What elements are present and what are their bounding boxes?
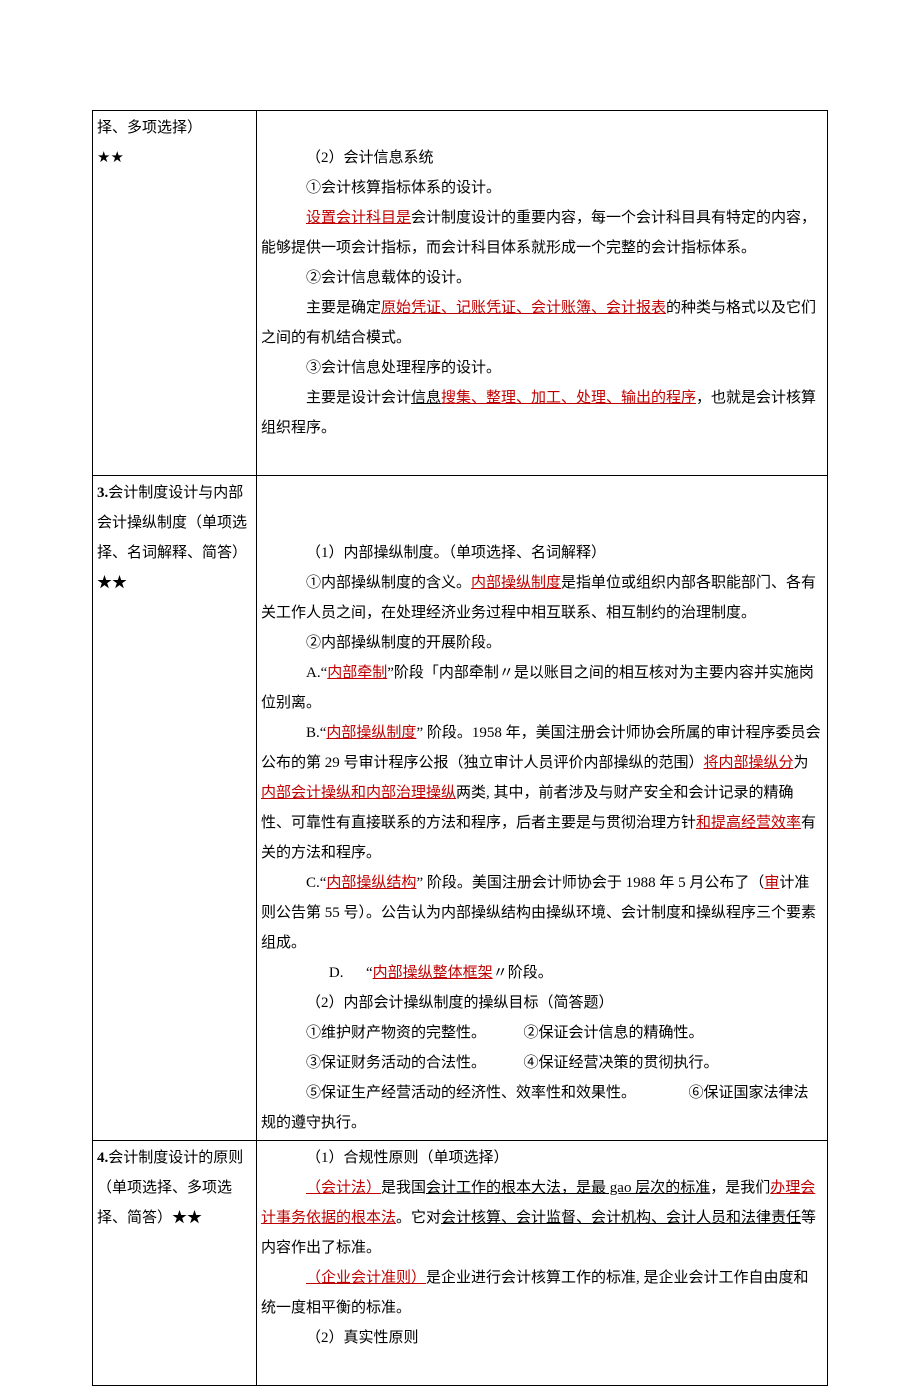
link-internal-control-sys: 内部操纵制度 [326,725,416,741]
row2-item2: ②会计信息载体的设计。 [261,263,823,293]
row3-sub2: （2）内部会计操纵制度的操纵目标（简答题） [261,988,823,1018]
row3-goal-1-2: ①维护财产物资的完整性。②保证会计信息的精确性。 [261,1018,823,1048]
row3-phase-a: A.“内部牵制”阶段「内部牵制〃是以账目之间的相互核对为主要内容并实施岗位别离。 [261,658,823,718]
row4-p2: （企业会计准则）是企业进行会计核算工作的标准, 是企业会计工作自由度和统一度相平… [261,1263,823,1323]
link-internal-control: 内部操纵制度 [471,575,561,591]
link-internal-framework: 内部操纵整体框架 [373,965,493,981]
row3-goal-5-6: ⑤保证生产经营活动的经济性、效率性和效果性。⑥保证国家法律法规的遵守执行。 [261,1078,823,1138]
link-efficiency: 和提高经营效率 [696,815,801,831]
row-section-3: 3.会计制度设计与内部会计操纵制度（单项选择、名词解释、简答）★★ （1）内部操… [93,476,828,1141]
row3-phase-c: C.“内部操纵结构” 阶段。美国注册会计师协会于 1988 年 5 月公布了（审… [261,868,823,958]
row4-left-cell: 4.会计制度设计的原则（单项选择、多项选择、简答）★★ [93,1141,257,1386]
link-accounting-law: （会计法） [306,1180,381,1196]
row3-sub1: （1）内部操纵制度。（单项选择、名词解释） [261,538,823,568]
row4-p1: （会计法）是我国会计工作的根本大法，是最 gao 层次的标准，是我们办理会计事务… [261,1173,823,1263]
link-internal-check: 内部牵制 [327,665,387,681]
row4-trailing [261,1353,823,1383]
link-process: 搜集、整理、加工、处理、输出的程序 [441,390,696,406]
row2-empty [261,113,823,143]
row4-right-cell: （1）合规性原则（单项选择） （会计法）是我国会计工作的根本大法，是最 gao … [257,1141,828,1386]
row3-left-cell: 3.会计制度设计与内部会计操纵制度（单项选择、名词解释、简答）★★ [93,476,257,1141]
row2-right-cell: （2）会计信息系统 ①会计核算指标体系的设计。 设置会计科目是会计制度设计的重要… [257,111,828,476]
row3-right-cell: （1）内部操纵制度。（单项选择、名词解释） ①内部操纵制度的含义。内部操纵制度是… [257,476,828,1141]
row2-item2-desc: 主要是确定原始凭证、记账凭证、会计账簿、会计报表的种类与格式以及它们之间的有机结… [261,293,823,353]
content-table: 择、多项选择） ★★ （2）会计信息系统 ①会计核算指标体系的设计。 设置会计科… [92,110,828,1386]
link-internal-acc-control: 内部会计操纵和内部治理操纵 [261,785,456,801]
row2-left-stars: ★★ [97,143,252,173]
row3-empty1 [261,478,823,508]
link-vouchers: 原始凭证、记账凭证、会计账簿、会计报表 [381,300,666,316]
row2-sub-title: （2）会计信息系统 [261,143,823,173]
link-enterprise-standards: （企业会计准则） [306,1270,426,1286]
link-internal-structure: 内部操纵结构 [326,875,416,891]
row3-def: ①内部操纵制度的含义。内部操纵制度是指单位或组织内部各职能部门、各有关工作人员之… [261,568,823,628]
row3-goal-3-4: ③保证财务活动的合法性。④保证经营决策的贯彻执行。 [261,1048,823,1078]
row2-item3: ③会计信息处理程序的设计。 [261,353,823,383]
row3-left: 3.会计制度设计与内部会计操纵制度（单项选择、名词解释、简答）★★ [97,478,252,598]
row-section-2: 择、多项选择） ★★ （2）会计信息系统 ①会计核算指标体系的设计。 设置会计科… [93,111,828,476]
row4-left: 4.会计制度设计的原则（单项选择、多项选择、简答）★★ [97,1143,252,1233]
row2-item1: ①会计核算指标体系的设计。 [261,173,823,203]
row2-trailing [261,443,823,473]
row3-phases: ②内部操纵制度的开展阶段。 [261,628,823,658]
row3-phase-b: B.“内部操纵制度” 阶段。1958 年，美国注册会计师协会所属的审计程序委员会… [261,718,823,868]
row2-left-line1: 择、多项选择） [97,113,252,143]
row2-item3-desc: 主要是设计会计信息搜集、整理、加工、处理、输出的程序，也就是会计核算组织程序。 [261,383,823,443]
row3-empty2 [261,508,823,538]
row4-sub2: （2）真实性原则 [261,1323,823,1353]
row4-sub1: （1）合规性原则（单项选择） [261,1143,823,1173]
row2-left-cell: 择、多项选择） ★★ [93,111,257,476]
row-section-4: 4.会计制度设计的原则（单项选择、多项选择、简答）★★ （1）合规性原则（单项选… [93,1141,828,1386]
row2-item1-desc: 设置会计科目是会计制度设计的重要内容，每一个会计科目具有特定的内容，能够提供一项… [261,203,823,263]
link-set-accounts: 设置会计科目是 [306,210,411,226]
row3-phase-d: D.“内部操纵整体框架〃阶段。 [261,958,823,988]
